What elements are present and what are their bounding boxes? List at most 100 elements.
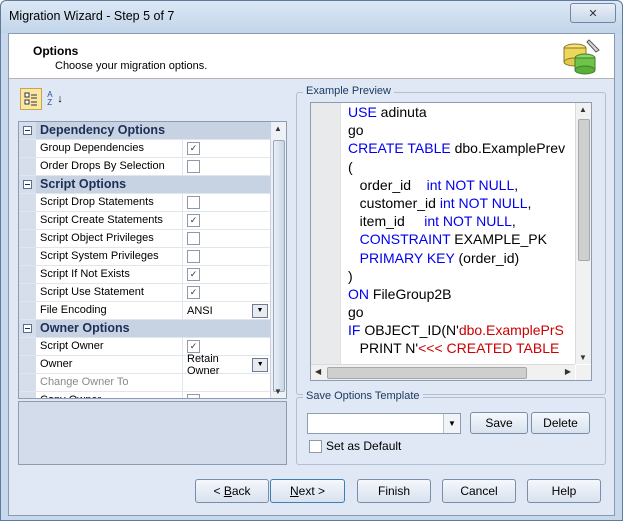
category-row[interactable]: Script Options [19,176,271,194]
code-horizontal-scrollbar[interactable]: ◀ ▶ [311,364,575,380]
row-gutter [19,374,36,391]
property-value-cell[interactable]: ✓ [183,212,271,229]
help-button[interactable]: Help [527,479,601,503]
property-checkbox[interactable]: ✓ [187,340,200,353]
next-button[interactable]: Next > [270,479,345,503]
code-line: PRINT N'<<< CREATED TABLE [348,339,575,357]
property-checkbox[interactable]: ✓ [187,268,200,281]
category-row[interactable]: Owner Options [19,320,271,338]
property-value-cell[interactable]: ✓ [183,140,271,157]
code-horizontal-thumb[interactable] [327,367,527,379]
code-token: ( [348,158,353,175]
property-value-cell[interactable] [183,374,271,391]
cancel-button[interactable]: Cancel [442,479,516,503]
wizard-footer: < Back Next > Finish Cancel Help [9,471,614,515]
code-line: USE adinuta [348,103,575,121]
code-vertical-scrollbar[interactable]: ▲ ▼ [575,103,591,364]
minus-icon [23,180,32,189]
property-row[interactable]: Owner Retain Owner ▼ [19,353,271,377]
code-scroll-right-icon[interactable]: ▶ [565,367,571,376]
row-gutter [19,248,36,265]
property-checkbox[interactable] [187,250,200,263]
page-subtitle: Choose your migration options. [55,60,208,72]
property-row[interactable]: Script Create Statements ✓ [19,212,271,230]
property-checkbox[interactable] [187,196,200,209]
back-button[interactable]: < Back [195,479,269,503]
code-token: dbo.ExamplePrS [458,322,564,339]
alphabetical-view-button[interactable]: A Z ↓ [44,88,66,110]
code-line: ( [348,158,575,176]
wizard-header: Options Choose your migration options. [9,34,614,79]
property-checkbox[interactable] [187,394,200,398]
collapse-toggle[interactable] [19,122,36,139]
scrollbar-thumb[interactable] [273,140,285,392]
collapse-toggle[interactable] [19,176,36,193]
example-preview-group: Example Preview USE adinuta go CREATE TABL… [296,85,606,395]
property-value-cell[interactable] [183,248,271,265]
set-as-default-checkbox[interactable] [309,439,322,453]
chevron-down-icon[interactable]: ▼ [252,357,268,372]
row-gutter [19,266,36,283]
code-line: CONSTRAINT EXAMPLE_PK [348,230,575,248]
close-button[interactable]: ✕ [570,3,616,23]
property-row[interactable]: Group Dependencies ✓ [19,140,271,158]
chevron-down-icon[interactable]: ▼ [252,303,268,318]
database-options-icon [563,39,600,75]
code-token: dbo.ExamplePrev [450,140,566,157]
row-gutter [19,158,36,175]
property-checkbox[interactable]: ✓ [187,286,200,299]
property-checkbox[interactable] [187,160,200,173]
property-value-cell[interactable] [183,194,271,211]
collapse-toggle[interactable] [19,320,36,337]
property-name: Script System Privileges [36,248,183,265]
migration-wizard-window: Migration Wizard - Step 5 of 7 ✕ Options… [0,0,623,521]
row-gutter [19,284,36,301]
property-description-panel [18,401,287,465]
code-token: CONSTRAINT [359,231,451,248]
property-checkbox[interactable]: ✓ [187,142,200,155]
code-vertical-thumb[interactable] [578,119,590,261]
property-name: Script If Not Exists [36,266,183,283]
category-row[interactable]: Dependency Options [19,122,271,140]
property-grid-scrollbar[interactable]: ▲ ▼ [270,122,286,398]
code-scroll-up-icon[interactable]: ▲ [579,105,587,114]
property-row[interactable]: Script Drop Statements [19,194,271,212]
property-value-cell[interactable] [183,158,271,175]
categorized-view-button[interactable] [20,88,42,110]
property-value-cell[interactable] [183,392,271,398]
property-row[interactable]: File Encoding ANSI ▼ [19,302,271,320]
property-value-cell[interactable]: ✓ [183,284,271,301]
property-row[interactable]: Script System Privileges [19,248,271,266]
template-combobox[interactable]: ▼ [307,413,461,434]
property-row[interactable]: Order Drops By Selection [19,158,271,176]
delete-template-button[interactable]: Delete [531,412,590,434]
finish-button[interactable]: Finish [357,479,431,503]
property-row[interactable]: Change Owner To [19,374,271,392]
property-row[interactable]: Script If Not Exists ✓ [19,266,271,284]
code-token: IF [348,322,361,339]
property-name: Script Owner [36,338,183,355]
code-scroll-down-icon[interactable]: ▼ [579,353,587,362]
code-token: int NOT NULL [426,176,515,193]
row-gutter [19,212,36,229]
property-value-cell[interactable]: Retain Owner ▼ [183,353,271,377]
category-name: Owner Options [40,321,130,335]
property-value-cell[interactable]: ANSI ▼ [183,302,271,319]
code-gutter [311,103,341,380]
code-line: go [348,121,575,139]
sort-arrow-icon: ↓ [57,93,63,105]
property-row[interactable]: Copy Owner [19,392,271,398]
property-value-cell[interactable] [183,230,271,247]
code-scroll-left-icon[interactable]: ◀ [315,367,321,376]
property-value-cell[interactable]: ✓ [183,266,271,283]
save-template-button[interactable]: Save [470,412,528,434]
property-row[interactable]: Script Object Privileges [19,230,271,248]
scroll-down-icon[interactable]: ▼ [274,387,282,396]
chevron-down-icon[interactable]: ▼ [443,414,460,433]
example-preview-code[interactable]: USE adinuta go CREATE TABLE dbo.ExamplePre… [310,102,592,381]
property-checkbox[interactable] [187,232,200,245]
property-row[interactable]: Script Use Statement ✓ [19,284,271,302]
property-checkbox[interactable]: ✓ [187,214,200,227]
scroll-up-icon[interactable]: ▲ [274,124,282,133]
code-token: PRINT N' [348,340,419,357]
